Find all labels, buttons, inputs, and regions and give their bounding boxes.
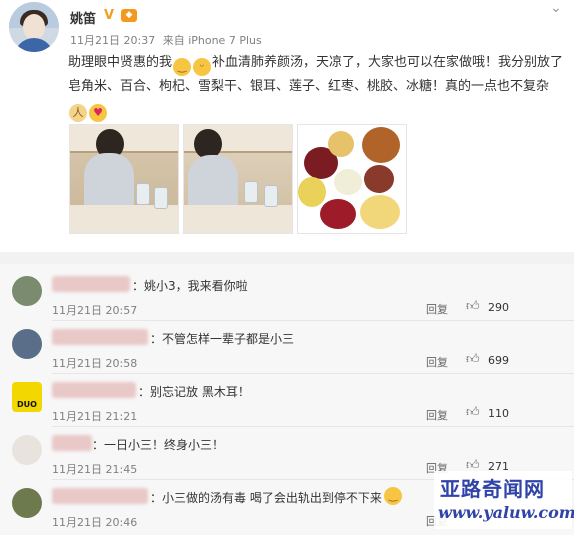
comment-time: 11月21日 21:21 xyxy=(52,410,138,423)
photo-food-dried-pear xyxy=(362,127,400,163)
comment-time: 11月21日 20:46 xyxy=(52,516,138,529)
smile-emoji-icon: ‿ xyxy=(384,487,402,505)
comment-time: 11月21日 21:45 xyxy=(52,463,138,476)
post-photo-3[interactable] xyxy=(297,124,407,234)
comment-text: ：姚小3，我来看你啦 xyxy=(132,279,248,293)
photo-food-peach-gum xyxy=(364,165,394,193)
comment-item: ：姚小3，我来看你啦 11月21日 20:57 回复 👍︎ 290 xyxy=(0,268,574,321)
photo-jar xyxy=(264,185,278,207)
avatar-duo-label: DUO xyxy=(17,400,37,409)
comment-item: ：不管怎样一辈子都是小三 11月21日 20:58 回复 👍︎ 699 xyxy=(0,321,574,374)
photo-counter xyxy=(70,205,178,233)
comment-text: ：别忘记放 黑木耳！ xyxy=(138,385,250,399)
more-options-icon[interactable]: ⌄ xyxy=(550,0,562,16)
pray-emoji-icon: 人 xyxy=(69,104,87,122)
post-date[interactable]: 11月21日 20:37 xyxy=(70,34,155,47)
commenter-avatar[interactable]: DUO xyxy=(12,382,42,412)
commenter-name-blurred[interactable] xyxy=(52,329,148,345)
watermark-title: 亚路奇闻网 xyxy=(440,477,545,501)
section-divider xyxy=(0,252,574,264)
commenter-name-blurred[interactable] xyxy=(52,488,148,504)
photo-person-body xyxy=(84,153,134,213)
photo-jar xyxy=(244,181,258,203)
like-count: 290 xyxy=(488,301,509,314)
author-name[interactable]: 姚笛 xyxy=(70,8,96,27)
comment-time: 11月21日 20:57 xyxy=(52,304,138,317)
site-watermark: 亚路奇闻网 www.yaluw.com xyxy=(434,471,574,529)
avatar-coat xyxy=(14,38,54,52)
photo-jar xyxy=(154,187,168,209)
photo-jar xyxy=(136,183,150,205)
commenter-name-blurred[interactable] xyxy=(52,276,130,292)
reply-button[interactable]: 回复 xyxy=(426,301,448,317)
commenter-name-blurred[interactable] xyxy=(52,382,136,398)
post-photo-2[interactable] xyxy=(183,124,293,234)
photo-cabinet xyxy=(70,125,178,153)
commenter-name-blurred[interactable] xyxy=(52,435,92,451)
reply-button[interactable]: 回复 xyxy=(426,354,448,370)
comment-text: ：一日小三！终身小三！ xyxy=(92,438,225,452)
commenter-avatar[interactable] xyxy=(12,329,42,359)
grin-emoji-icon: ‿ xyxy=(173,58,192,76)
commenter-avatar[interactable] xyxy=(12,276,42,306)
photo-counter xyxy=(184,205,292,233)
comment-time: 11月21日 20:58 xyxy=(52,357,138,370)
photo-food-lotus-seeds xyxy=(334,169,362,195)
photo-food-pear xyxy=(328,131,354,157)
weibo-post: 姚笛 V ◆ ⌄ 11月21日 20:37 来自 iPhone 7 Plus 助… xyxy=(0,0,574,252)
photo-food-goji xyxy=(320,199,356,229)
comment-item: DUO ：别忘记放 黑木耳！ 11月21日 21:21 回复 👍︎ 110 xyxy=(0,374,574,427)
thumbs-up-icon[interactable]: 👍︎ xyxy=(466,352,482,368)
post-source: 来自 iPhone 7 Plus xyxy=(162,34,262,47)
thumbs-up-icon[interactable]: 👍︎ xyxy=(466,299,482,315)
watermark-url: www.yaluw.com xyxy=(438,503,574,522)
verified-v-icon: V xyxy=(104,8,115,23)
photo-food-lily xyxy=(298,177,326,207)
photo-food-tremella xyxy=(360,195,400,229)
commenter-avatar[interactable] xyxy=(12,435,42,465)
smirk-emoji-icon: ᵕ xyxy=(193,58,212,76)
vip-badge-icon: ◆ xyxy=(121,9,137,22)
post-text-part1: 助理眼中贤惠的我 xyxy=(68,55,173,70)
reply-button[interactable]: 回复 xyxy=(426,407,448,423)
comment-text: ：小三做的汤有毒 喝了会出轨出到停不下来 xyxy=(150,491,382,505)
thumbs-up-icon[interactable]: 👍︎ xyxy=(466,405,482,421)
like-count: 110 xyxy=(488,407,509,420)
commenter-avatar[interactable] xyxy=(12,488,42,518)
like-count: 699 xyxy=(488,354,509,367)
author-avatar[interactable] xyxy=(9,2,59,52)
post-text: 助理眼中贤惠的我 ‿ ᵕ 补血清肺养颜汤，天凉了，大家也可以在家做哦！我分别放了皂角米… xyxy=(68,52,568,122)
post-photo-1[interactable] xyxy=(69,124,179,234)
avatar-face xyxy=(23,14,45,40)
heart-eyes-emoji-icon: ♥ xyxy=(89,104,107,122)
post-meta: 11月21日 20:37 来自 iPhone 7 Plus xyxy=(70,32,266,48)
comment-text: ：不管怎样一辈子都是小三 xyxy=(150,332,295,346)
